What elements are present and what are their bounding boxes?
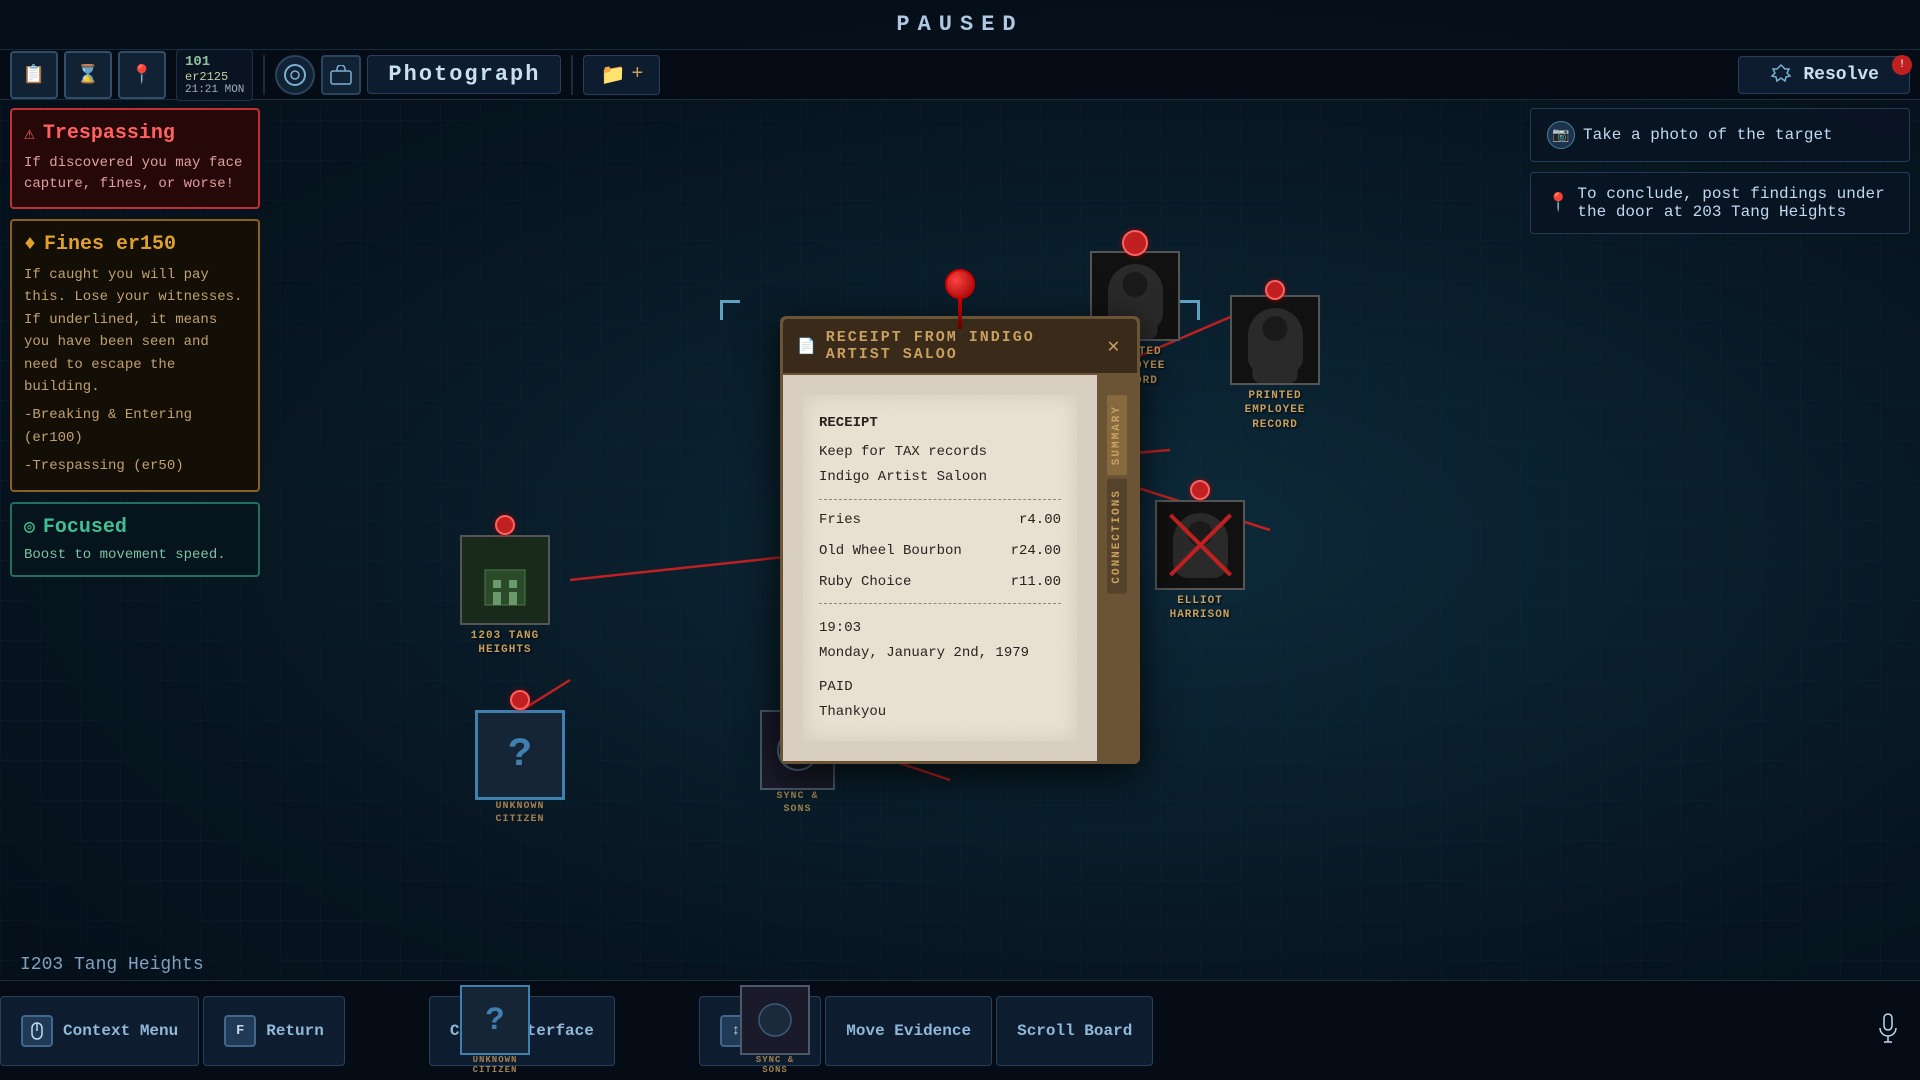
- modal-title-text: Receipt from Indigo Artist Saloo: [826, 329, 1104, 363]
- modal-close-button[interactable]: ✕: [1104, 334, 1123, 358]
- paused-text: PAUSED: [896, 12, 1023, 37]
- tab-summary[interactable]: SUMMARY: [1107, 395, 1127, 475]
- crosshair-tr: [1180, 300, 1200, 320]
- receipt-item-3-price: r11.00: [1011, 570, 1061, 595]
- receipt-status: PAID: [819, 675, 1061, 700]
- receipt-footer: 19:03 Monday, January 2nd, 1979 PAID Tha…: [819, 616, 1061, 725]
- crosshair-tl: [720, 300, 740, 320]
- mic-button[interactable]: [1876, 1012, 1900, 1049]
- notification-badge: !: [1892, 55, 1912, 75]
- receipt-subtitle: Keep for TAX records: [819, 440, 1061, 465]
- bottom-card-citizen[interactable]: ? UNKNOWNCITIZEN: [460, 985, 530, 1075]
- stat-time: 21:21 MON: [185, 84, 244, 96]
- photograph-button[interactable]: Photograph: [367, 55, 561, 94]
- receipt-venue: Indigo Artist Saloon: [819, 465, 1061, 490]
- tab-connections[interactable]: CONNECTIONS: [1107, 479, 1127, 594]
- folder-icon: 📁: [600, 62, 625, 88]
- camera-tool-btn[interactable]: [275, 55, 315, 95]
- receipt-item-1-price: r4.00: [1019, 508, 1061, 533]
- context-menu-button[interactable]: Context Menu: [0, 996, 199, 1066]
- unknown-citizen-card-img: ?: [460, 985, 530, 1055]
- resolve-icon: [1769, 63, 1793, 87]
- photograph-label: Photograph: [388, 62, 540, 87]
- modal-pin: [945, 269, 975, 329]
- scroll-board-button[interactable]: Scroll Board: [996, 996, 1153, 1066]
- doc-icon: 📄: [797, 337, 818, 356]
- context-menu-label: Context Menu: [63, 1022, 178, 1040]
- calendar-button[interactable]: 📋: [10, 51, 58, 99]
- resolve-button[interactable]: Resolve: [1738, 56, 1910, 94]
- stats-box: 101 er2125 21:21 MON: [176, 49, 253, 101]
- return-key-icon: F: [224, 1015, 256, 1047]
- receipt-item-3: Ruby Choice r11.00: [819, 570, 1061, 595]
- receipt-thankyou: Thankyou: [819, 700, 1061, 725]
- unknown-citizen-card-label: UNKNOWNCITIZEN: [473, 1055, 518, 1075]
- move-evidence-label: Move Evidence: [846, 1022, 971, 1040]
- modal-overlay: 📄 Receipt from Indigo Artist Saloo ✕ REC…: [0, 100, 1920, 980]
- folder-button[interactable]: 📁 +: [583, 55, 660, 95]
- receipt-paper: RECEIPT Keep for TAX records Indigo Arti…: [803, 395, 1077, 741]
- sync-card-icon: [755, 1000, 795, 1040]
- modal-tabs: SUMMARY CONNECTIONS: [1097, 375, 1137, 761]
- stat-level: 101: [185, 54, 244, 70]
- receipt-item-1-name: Fries: [819, 508, 861, 533]
- move-evidence-button[interactable]: Move Evidence: [825, 996, 992, 1066]
- sync-card-label: SYNC &SONS: [756, 1055, 794, 1075]
- return-label: Return: [266, 1022, 324, 1040]
- receipt-divider-1: [819, 499, 1061, 500]
- paused-bar: PAUSED: [0, 0, 1920, 50]
- stat-currency: er2125: [185, 70, 244, 84]
- receipt-item-2-name: Old Wheel Bourbon: [819, 539, 962, 564]
- pin-head: [945, 269, 975, 299]
- receipt-header: RECEIPT: [819, 411, 1061, 436]
- scroll-board-label: Scroll Board: [1017, 1022, 1132, 1040]
- bottom-toolbar: Context Menu F Return ? UNKNOWNCITIZEN C…: [0, 980, 1920, 1080]
- receipt-divider-2: [819, 603, 1061, 604]
- mic-icon: [1876, 1012, 1900, 1044]
- bottom-card-sync[interactable]: SYNC &SONS: [740, 985, 810, 1075]
- sync-card-img: [740, 985, 810, 1055]
- receipt-item-2: Old Wheel Bourbon r24.00: [819, 539, 1061, 564]
- receipt-time: 19:03: [819, 616, 1061, 641]
- receipt-item-3-name: Ruby Choice: [819, 570, 911, 595]
- resolve-label: Resolve: [1803, 65, 1879, 85]
- receipt-modal: 📄 Receipt from Indigo Artist Saloo ✕ REC…: [780, 316, 1140, 764]
- modal-body: RECEIPT Keep for TAX records Indigo Arti…: [783, 375, 1137, 761]
- receipt-item-2-price: r24.00: [1011, 539, 1061, 564]
- modal-title: 📄 Receipt from Indigo Artist Saloo: [797, 329, 1104, 363]
- map-button[interactable]: 📍: [118, 51, 166, 99]
- return-button[interactable]: F Return: [203, 996, 345, 1066]
- receipt-date: Monday, January 2nd, 1979: [819, 641, 1061, 666]
- context-menu-key-icon: [21, 1015, 53, 1047]
- receipt-item-1: Fries r4.00: [819, 508, 1061, 533]
- receipt-area: RECEIPT Keep for TAX records Indigo Arti…: [783, 375, 1097, 761]
- hourglass-button[interactable]: ⌛: [64, 51, 112, 99]
- inventory-btn[interactable]: [321, 55, 361, 95]
- plus-icon: +: [631, 63, 643, 86]
- mouse-icon: [28, 1022, 46, 1040]
- pin-body: [958, 299, 962, 329]
